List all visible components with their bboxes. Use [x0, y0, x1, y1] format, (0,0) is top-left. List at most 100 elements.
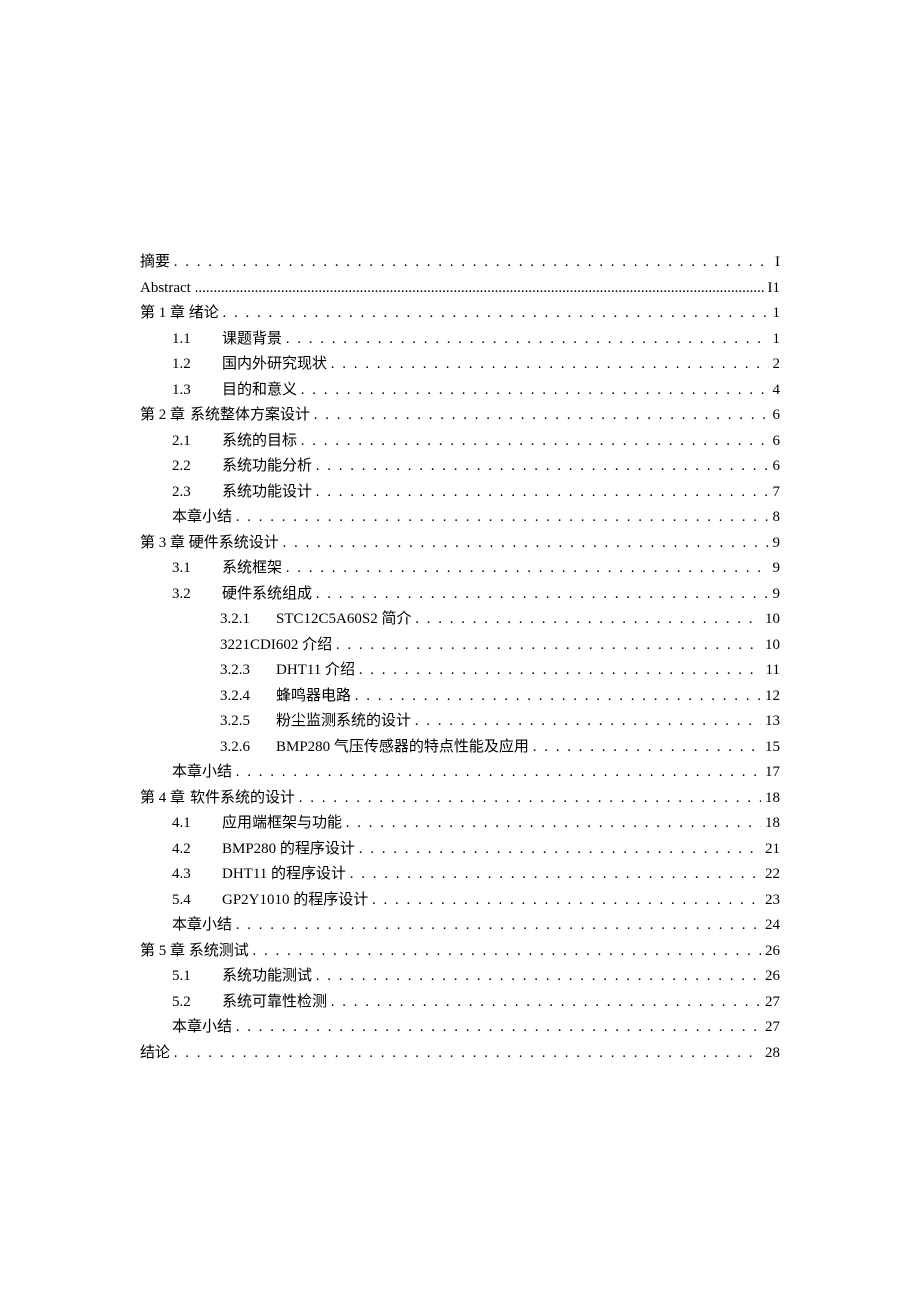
toc-entry-page: 27 [761, 990, 780, 1016]
toc-entry-page: 9 [769, 531, 781, 557]
toc-entry-number: 4.1 [172, 811, 222, 837]
toc-entry-page: I [771, 250, 780, 276]
toc-entry: 4.2BMP280 的程序设计 21 [140, 837, 780, 863]
toc-entry-title: 系统的目标 [222, 429, 297, 455]
toc-entry-title: 国内外研究现状 [222, 352, 327, 378]
toc-entry-page: 23 [761, 888, 780, 914]
toc-entry: 本章小结 27 [140, 1015, 780, 1041]
toc-entry-title: 本章小结 [172, 1015, 232, 1041]
toc-entry-title: 第 3 章 硬件系统设计 [140, 531, 279, 557]
toc-entry: 2.1系统的目标 6 [140, 429, 780, 455]
toc-leader [316, 964, 761, 990]
toc-entry-title: 结论 [140, 1041, 170, 1067]
toc-entry-title: Abstract [140, 276, 191, 302]
toc-entry: 2.3系统功能设计 7 [140, 480, 780, 506]
toc-entry-number: 3.1 [172, 556, 222, 582]
toc-entry: 1.3目的和意义 4 [140, 378, 780, 404]
toc-entry-number: 3.2.5 [220, 709, 276, 735]
toc-entry-number: 1.3 [172, 378, 222, 404]
toc-leader [253, 939, 761, 965]
toc-entry: 1.1课题背景 1 [140, 327, 780, 353]
toc-entry-number: 2.2 [172, 454, 222, 480]
toc-leader [350, 862, 761, 888]
toc-leader [286, 556, 769, 582]
toc-entry-page: 1 [769, 301, 781, 327]
toc-leader [415, 607, 761, 633]
toc-leader [314, 403, 769, 429]
toc-leader [316, 582, 769, 608]
toc-leader [316, 454, 769, 480]
toc-entry-page: 10 [761, 633, 780, 659]
toc-entry: 3.2.4蜂鸣器电路 12 [140, 684, 780, 710]
toc-entry-page: I1 [764, 276, 781, 302]
toc-leader [236, 760, 761, 786]
toc-entry-page: 22 [761, 862, 780, 888]
toc-entry-page: 11 [762, 658, 780, 684]
toc-entry-number: 4.2 [172, 837, 222, 863]
toc-leader [299, 786, 761, 812]
toc-entry-title: 本章小结 [172, 505, 232, 531]
toc-entry-page: 15 [761, 735, 780, 761]
toc-entry-number: 第 2 章 [140, 403, 190, 429]
toc-leader [316, 480, 769, 506]
toc-entry-title: 课题背景 [222, 327, 282, 353]
toc-entry-page: 4 [769, 378, 781, 404]
toc-entry-title: 第 1 章 绪论 [140, 301, 219, 327]
toc-entry: 3.2.5粉尘监测系统的设计 13 [140, 709, 780, 735]
toc-entry-number: 3.2.6 [220, 735, 276, 761]
toc-leader [236, 505, 769, 531]
toc-entry: 5.2系统可靠性检测 27 [140, 990, 780, 1016]
toc-entry-number: 4.3 [172, 862, 222, 888]
toc-entry-page: 18 [761, 811, 780, 837]
toc-entry-title: BMP280 的程序设计 [222, 837, 355, 863]
toc-entry: 5.1系统功能测试 26 [140, 964, 780, 990]
toc-entry: 本章小结 24 [140, 913, 780, 939]
toc-entry: 第 5 章 系统测试 26 [140, 939, 780, 965]
toc-entry: 4.1应用端框架与功能 18 [140, 811, 780, 837]
toc-entry: 4.3DHT11 的程序设计 22 [140, 862, 780, 888]
toc-leader [236, 1015, 761, 1041]
toc-entry: 3221CDI602 介绍 10 [140, 633, 780, 659]
toc-entry-number: 1.1 [172, 327, 222, 353]
toc-leader [331, 990, 761, 1016]
toc-entry-title: 摘要 [140, 250, 170, 276]
toc-entry-title: BMP280 气压传感器的特点性能及应用 [276, 735, 529, 761]
toc-entry-number: 2.1 [172, 429, 222, 455]
toc-entry: 5.4GP2Y1010 的程序设计 23 [140, 888, 780, 914]
toc-entry-title: 蜂鸣器电路 [276, 684, 351, 710]
toc-leader [336, 633, 761, 659]
toc-entry-title: 系统功能分析 [222, 454, 312, 480]
toc-entry-title: 系统功能测试 [222, 964, 312, 990]
toc-entry-title: 本章小结 [172, 760, 232, 786]
toc-entry-title: GP2Y1010 的程序设计 [222, 888, 368, 914]
toc-leader [195, 276, 764, 302]
toc-entry-title: 系统可靠性检测 [222, 990, 327, 1016]
toc-entry-title: 本章小结 [172, 913, 232, 939]
toc-entry-number: 1.2 [172, 352, 222, 378]
toc-entry-page: 24 [761, 913, 780, 939]
toc-leader [415, 709, 761, 735]
toc-entry-page: 6 [769, 403, 781, 429]
toc-entry: 3.2.1STC12C5A60S2 简介 10 [140, 607, 780, 633]
toc-entry-title: 目的和意义 [222, 378, 297, 404]
toc-entry-title: 第 5 章 系统测试 [140, 939, 249, 965]
toc-entry: 摘要 I [140, 250, 780, 276]
toc-entry-page: 21 [761, 837, 780, 863]
toc-entry-page: 6 [769, 429, 781, 455]
toc-entry: 第 2 章系统整体方案设计 6 [140, 403, 780, 429]
toc-entry-page: 26 [761, 964, 780, 990]
toc-entry: 1.2国内外研究现状 2 [140, 352, 780, 378]
toc-entry: 本章小结 8 [140, 505, 780, 531]
toc-leader [346, 811, 761, 837]
toc-entry-title: 系统整体方案设计 [190, 403, 310, 429]
toc-entry-number: 3.2 [172, 582, 222, 608]
toc-leader [223, 301, 769, 327]
toc-leader [174, 1041, 761, 1067]
toc-leader [301, 429, 769, 455]
toc-entry: 第 4 章软件系统的设计 18 [140, 786, 780, 812]
toc-entry-number: 3.2.1 [220, 607, 276, 633]
toc-entry-page: 17 [761, 760, 780, 786]
toc-entry-page: 7 [769, 480, 781, 506]
toc-entry: 3.2硬件系统组成 9 [140, 582, 780, 608]
toc-entry-page: 12 [761, 684, 780, 710]
